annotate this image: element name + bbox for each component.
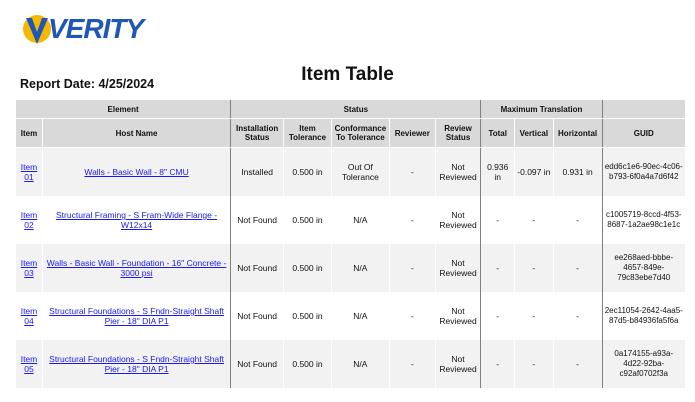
column-header-guid: GUID xyxy=(602,118,687,148)
item-link[interactable]: Item 02 xyxy=(21,210,38,230)
column-header-reviewer: Reviewer xyxy=(389,118,436,148)
horizontal-cell: 0.931 in xyxy=(553,147,603,196)
table-row: Item 04 Structural Foundations - S Fndn-… xyxy=(16,292,687,340)
column-header-item: Item xyxy=(16,118,43,148)
group-header-empty xyxy=(602,100,687,119)
review-status-cell: Not Reviewed xyxy=(435,147,482,196)
table-row: Item 01 Walls - Basic Wall - 8" CMU Inst… xyxy=(16,147,687,196)
reviewer-cell: - xyxy=(389,196,436,244)
conformance-cell: N/A xyxy=(331,340,390,388)
item-link[interactable]: Item 05 xyxy=(21,354,38,374)
conformance-cell: N/A xyxy=(331,196,390,244)
column-header-row: Item Host Name Installation Status Item … xyxy=(16,118,687,148)
total-cell: - xyxy=(480,196,515,244)
host-name-link[interactable]: Walls - Basic Wall - Foundation - 16" Co… xyxy=(47,258,227,278)
installation-status-cell: Not Found xyxy=(230,244,285,292)
table-row: Item 05 Structural Foundations - S Fndn-… xyxy=(16,340,687,388)
group-header-status: Status xyxy=(230,100,482,119)
group-header-max-translation: Maximum Translation xyxy=(480,100,603,119)
item-tolerance-cell: 0.500 in xyxy=(283,244,332,292)
reviewer-cell: - xyxy=(389,292,436,340)
host-name-link[interactable]: Walls - Basic Wall - 8" CMU xyxy=(84,167,188,177)
vertical-cell: -0.097 in xyxy=(514,147,554,196)
item-tolerance-cell: 0.500 in xyxy=(283,196,332,244)
host-name-link[interactable]: Structural Framing - S Fram-Wide Flange … xyxy=(56,210,217,230)
total-cell: - xyxy=(480,292,515,340)
item-link[interactable]: Item 04 xyxy=(21,306,38,326)
conformance-cell: N/A xyxy=(331,244,390,292)
installation-status-cell: Not Found xyxy=(230,292,285,340)
installation-status-cell: Not Found xyxy=(230,196,285,244)
total-cell: - xyxy=(480,244,515,292)
table-row: Item 02 Structural Framing - S Fram-Wide… xyxy=(16,196,687,244)
host-name-link[interactable]: Structural Foundations - S Fndn-Straight… xyxy=(49,354,224,374)
column-header-vertical: Vertical xyxy=(514,118,554,148)
vertical-cell: - xyxy=(514,244,554,292)
guid-cell: 2ec11054-2642-4aa5-87d5-b84936fa5f6a xyxy=(602,292,687,340)
horizontal-cell: - xyxy=(553,196,603,244)
guid-cell: 0a174155-a93a-4d22-92ba-c92af0702f3a xyxy=(602,340,687,388)
group-header-element: Element xyxy=(16,100,232,119)
total-cell: - xyxy=(480,340,515,388)
guid-cell: ee268aed-bbbe-4657-849e-79c83ebe7d40 xyxy=(602,244,687,292)
column-header-host-name: Host Name xyxy=(42,118,232,148)
item-tolerance-cell: 0.500 in xyxy=(283,340,332,388)
item-table: Element Status Maximum Translation Item … xyxy=(16,100,687,388)
column-header-item-tolerance: Item Tolerance xyxy=(283,118,332,148)
logo-text: VERITY xyxy=(48,13,144,44)
horizontal-cell: - xyxy=(553,244,603,292)
column-header-review-status: Review Status xyxy=(435,118,482,148)
vertical-cell: - xyxy=(514,340,554,388)
review-status-cell: Not Reviewed xyxy=(435,292,482,340)
conformance-cell: Out Of Tolerance xyxy=(331,147,390,196)
installation-status-cell: Installed xyxy=(230,147,285,196)
reviewer-cell: - xyxy=(389,147,436,196)
vertical-cell: - xyxy=(514,292,554,340)
vertical-cell: - xyxy=(514,196,554,244)
total-cell: 0.936 in xyxy=(480,147,515,196)
page-title: Item Table xyxy=(301,64,394,85)
verity-logo: VERITY xyxy=(20,8,144,50)
group-header-row: Element Status Maximum Translation xyxy=(16,100,687,119)
column-header-horizontal: Horizontal xyxy=(553,118,603,148)
review-status-cell: Not Reviewed xyxy=(435,196,482,244)
item-tolerance-cell: 0.500 in xyxy=(283,292,332,340)
guid-cell: edd6c1e6-90ec-4c06-b793-6f0a4a7d6f42 xyxy=(602,147,687,196)
guid-cell: c1005719-8ccd-4f53-8687-1a2ae98c1e1c xyxy=(602,196,687,244)
item-link[interactable]: Item 01 xyxy=(21,162,38,182)
table-row: Item 03 Walls - Basic Wall - Foundation … xyxy=(16,244,687,292)
item-link[interactable]: Item 03 xyxy=(21,258,38,278)
column-header-total: Total xyxy=(480,118,515,148)
review-status-cell: Not Reviewed xyxy=(435,244,482,292)
installation-status-cell: Not Found xyxy=(230,340,285,388)
item-tolerance-cell: 0.500 in xyxy=(283,147,332,196)
reviewer-cell: - xyxy=(389,244,436,292)
column-header-installation-status: Installation Status xyxy=(230,118,285,148)
review-status-cell: Not Reviewed xyxy=(435,340,482,388)
horizontal-cell: - xyxy=(553,292,603,340)
column-header-conformance: Conformance To Tolerance xyxy=(331,118,390,148)
horizontal-cell: - xyxy=(553,340,603,388)
reviewer-cell: - xyxy=(389,340,436,388)
conformance-cell: N/A xyxy=(331,292,390,340)
host-name-link[interactable]: Structural Foundations - S Fndn-Straight… xyxy=(49,306,224,326)
